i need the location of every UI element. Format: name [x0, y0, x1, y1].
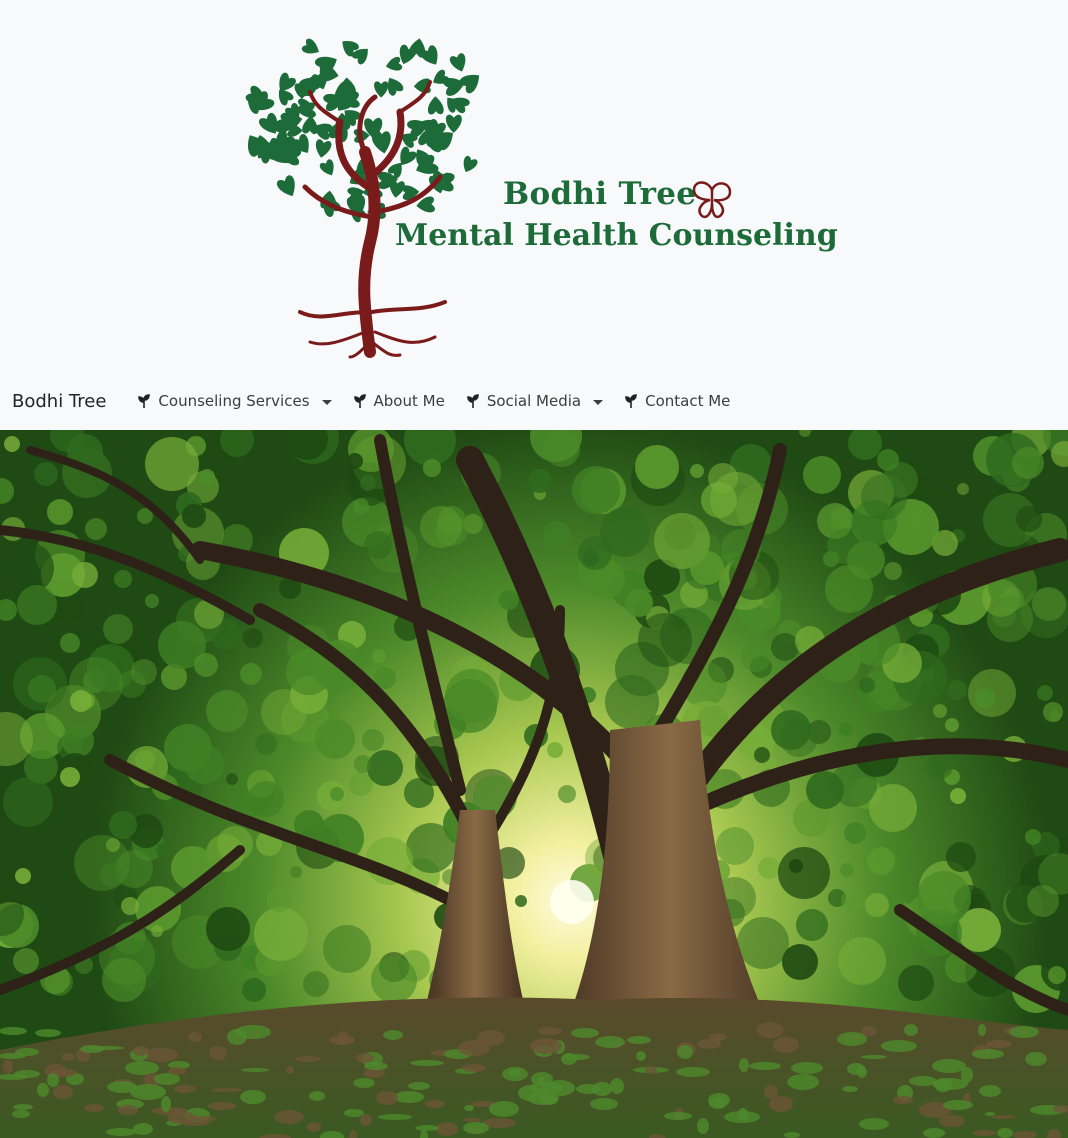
forest-photo	[0, 430, 1068, 1138]
dropdown-caret-icon	[593, 399, 604, 405]
nav-item-label: Contact Me	[645, 392, 731, 410]
main-navbar: Bodhi Tree Counseling Services About Me …	[0, 372, 1068, 430]
nav-item-label: Counseling Services	[158, 392, 310, 410]
sprout-icon	[138, 394, 151, 408]
logo-header: Bodhi Tree Mental Health Counseling	[0, 0, 1068, 370]
dropdown-caret-icon	[321, 399, 332, 405]
nav-item-social-media[interactable]: Social Media	[455, 392, 613, 410]
navbar-brand[interactable]: Bodhi Tree	[12, 391, 106, 412]
sprout-icon	[625, 394, 637, 408]
nav-item-about-me[interactable]: About Me	[342, 392, 455, 410]
nav-item-counseling-services[interactable]: Counseling Services	[126, 392, 341, 410]
sprout-icon	[467, 394, 479, 408]
logo-title-line1: Bodhi Tree	[503, 176, 697, 212]
butterfly-icon	[692, 181, 732, 219]
logo-title-line2: Mental Health Counseling	[395, 218, 838, 253]
sprout-icon	[353, 394, 366, 408]
nav-item-label: About Me	[373, 392, 445, 410]
nav-item-label: Social Media	[486, 392, 582, 410]
bodhi-tree-logo-icon	[245, 38, 480, 359]
hero-image	[0, 430, 1068, 1138]
nav-item-contact-me[interactable]: Contact Me	[613, 392, 740, 410]
